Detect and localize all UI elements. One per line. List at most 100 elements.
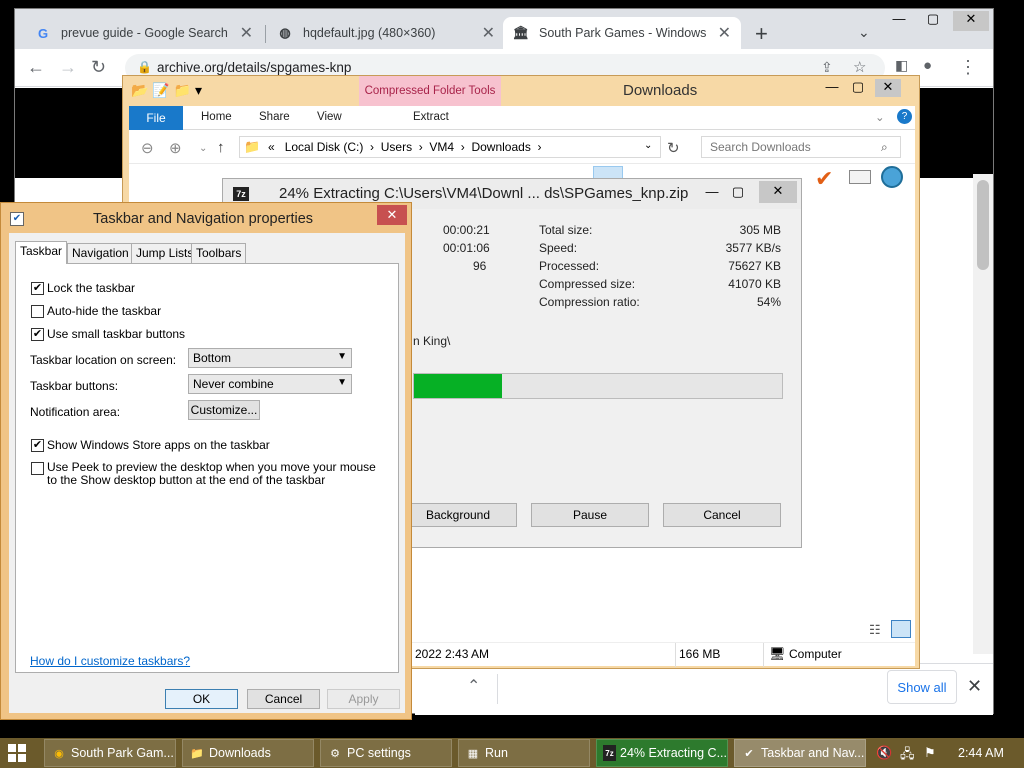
help-icon[interactable]: ? <box>897 109 912 124</box>
reload-icon[interactable]: ↻ <box>91 57 106 78</box>
tab-toolbars[interactable]: Toolbars <box>191 243 247 263</box>
cancel-button[interactable]: Cancel <box>247 689 320 709</box>
store-apps-checkbox[interactable]: ✔ Show Windows Store apps on the taskbar <box>31 438 270 452</box>
show-all-button[interactable]: Show all <box>887 670 957 704</box>
chevron-up-icon[interactable]: ⌃ <box>467 676 480 696</box>
ribbon-tab-extract[interactable]: Extract <box>413 111 449 123</box>
background-button[interactable]: Background <box>399 503 517 527</box>
breadcrumb-local-disk[interactable]: Local Disk (C:) <box>285 140 364 154</box>
forward-arrow-icon[interactable]: ⊕ <box>169 139 182 157</box>
chevron-down-icon[interactable]: ⌄ <box>858 24 870 41</box>
taskbar-item-downloads[interactable]: 📁 Downloads <box>182 739 314 767</box>
explorer-address-bar[interactable]: 📁 « Local Disk (C:) › Users › VM4 › Down… <box>239 136 661 158</box>
minimize-icon[interactable]: — <box>819 79 845 97</box>
maximize-icon[interactable]: ▢ <box>845 79 871 97</box>
chevron-down-icon[interactable]: ⌄ <box>199 143 207 154</box>
clock[interactable]: 2:44 AM <box>958 746 1004 760</box>
buttons-select[interactable]: Never combine ▼ <box>188 374 352 394</box>
up-arrow-icon[interactable]: ↑ <box>217 139 225 156</box>
close-icon[interactable]: ✕ <box>759 181 797 203</box>
taskbar-item-taskbar-props[interactable]: ✔ Taskbar and Nav... <box>734 739 866 767</box>
profile-avatar-icon[interactable]: ● <box>923 57 932 74</box>
windows-start-icon[interactable] <box>8 744 26 762</box>
close-icon[interactable]: ✕ <box>875 79 901 97</box>
breadcrumb-vm4[interactable]: VM4 <box>429 140 454 154</box>
ribbon-tab-home[interactable]: Home <box>201 111 232 123</box>
breadcrumb-downloads[interactable]: Downloads <box>471 140 530 154</box>
menu-kebab-icon[interactable]: ⋮ <box>959 57 977 78</box>
pause-button[interactable]: Pause <box>531 503 649 527</box>
volume-muted-icon[interactable]: 🔇 <box>876 745 892 761</box>
download-bar: ⌃ Show all ✕ <box>415 663 993 715</box>
minimize-icon[interactable]: — <box>699 184 725 199</box>
action-center-icon[interactable]: ⚑ <box>924 745 936 761</box>
small-buttons-checkbox[interactable]: ✔ Use small taskbar buttons <box>31 327 185 341</box>
lock-taskbar-checkbox[interactable]: ✔ Lock the taskbar <box>31 281 135 295</box>
ribbon-tab-share[interactable]: Share <box>259 111 290 123</box>
large-icons-toggle-icon[interactable] <box>891 620 911 638</box>
maximize-icon[interactable]: ▢ <box>915 11 951 31</box>
close-icon[interactable]: ✕ <box>240 23 253 43</box>
taskbar-item-run[interactable]: ▦ Run <box>458 739 590 767</box>
refresh-icon[interactable]: ↻ <box>667 139 680 157</box>
taskbar-item-chrome[interactable]: ◉ South Park Gam... <box>44 739 176 767</box>
checkmark-icon[interactable]: ✔ <box>815 166 833 192</box>
forward-arrow-icon[interactable]: → <box>59 57 77 78</box>
close-icon[interactable]: ✕ <box>718 23 731 43</box>
cancel-button[interactable]: Cancel <box>663 503 781 527</box>
details-view-toggle-icon[interactable]: ☷ <box>869 622 881 638</box>
chrome-tab-google[interactable]: G prevue guide - Google Search ✕ <box>25 17 263 49</box>
back-arrow-icon[interactable]: ⊖ <box>141 139 154 157</box>
checkbox-box[interactable]: ✔ <box>31 282 44 295</box>
speed-label: Speed: <box>539 241 578 255</box>
ok-button[interactable]: OK <box>165 689 238 709</box>
panel-icon[interactable] <box>849 170 871 184</box>
share-icon[interactable]: ⇪ <box>821 59 833 76</box>
close-icon[interactable]: ✕ <box>967 676 982 697</box>
autohide-checkbox[interactable]: Auto-hide the taskbar <box>31 304 161 318</box>
chrome-tab-south-park[interactable]: 🏛 South Park Games - Windows 10 ✕ <box>503 17 741 49</box>
chevron-down-icon[interactable]: ⌄ <box>875 110 885 124</box>
tab-panel: ✔ Lock the taskbar Auto-hide the taskbar… <box>15 263 399 673</box>
files-count-value: 96 <box>473 259 487 273</box>
ribbon-tab-view[interactable]: View <box>317 111 342 123</box>
close-icon[interactable]: ✕ <box>953 11 989 31</box>
tab-navigation[interactable]: Navigation <box>67 243 134 263</box>
sidepanel-icon[interactable]: ◧ <box>895 57 908 74</box>
chrome-tab-hqdefault[interactable]: ◍ hqdefault.jpg (480×360) ✕ <box>267 17 505 49</box>
close-icon[interactable]: ✕ <box>482 23 495 43</box>
customize-button[interactable]: Customize... <box>188 400 260 420</box>
apply-button[interactable]: Apply <box>327 689 400 709</box>
taskbar-item-7zip[interactable]: 7z 24% Extracting C... <box>596 739 728 767</box>
taskbar-item-pc-settings[interactable]: ⚙ PC settings <box>320 739 452 767</box>
new-tab-button[interactable]: + <box>755 21 768 47</box>
chevron-down-icon[interactable]: ⌄ <box>644 140 652 151</box>
chrome-scrollbar[interactable] <box>973 174 993 654</box>
chrome-icon: ◉ <box>54 747 64 760</box>
checkbox-box[interactable] <box>31 462 44 475</box>
checkbox-label: Use small taskbar buttons <box>47 327 186 341</box>
globe-icon[interactable] <box>881 166 903 188</box>
tab-jump-lists[interactable]: Jump Lists <box>131 243 199 263</box>
network-icon[interactable]: 🖧 <box>900 745 915 767</box>
extract-progress-bar <box>413 373 783 399</box>
back-arrow-icon[interactable]: ← <box>27 57 45 78</box>
checkbox-box[interactable]: ✔ <box>31 439 44 452</box>
ribbon-tab-file[interactable]: File <box>129 106 183 130</box>
scrollbar-thumb[interactable] <box>977 180 989 270</box>
search-input[interactable]: Search Downloads <box>701 136 901 158</box>
checkbox-box[interactable]: ✔ <box>31 328 44 341</box>
quick-access-toolbar[interactable]: 📂 📝 📁 ▾ <box>131 82 202 99</box>
help-link[interactable]: How do I customize taskbars? <box>30 654 190 668</box>
peek-checkbox[interactable]: Use Peek to preview the desktop when you… <box>31 461 381 487</box>
location-select[interactable]: Bottom ▼ <box>188 348 352 368</box>
video-area <box>15 88 125 178</box>
close-icon[interactable]: ✕ <box>377 205 407 225</box>
breadcrumb-users[interactable]: Users <box>381 140 412 154</box>
star-icon[interactable]: ☆ <box>853 58 866 76</box>
checkbox-box[interactable] <box>31 305 44 318</box>
minimize-icon[interactable]: — <box>881 11 917 31</box>
maximize-icon[interactable]: ▢ <box>725 184 751 200</box>
tab-title: prevue guide - Google Search <box>61 26 228 40</box>
tab-taskbar[interactable]: Taskbar <box>15 241 68 264</box>
